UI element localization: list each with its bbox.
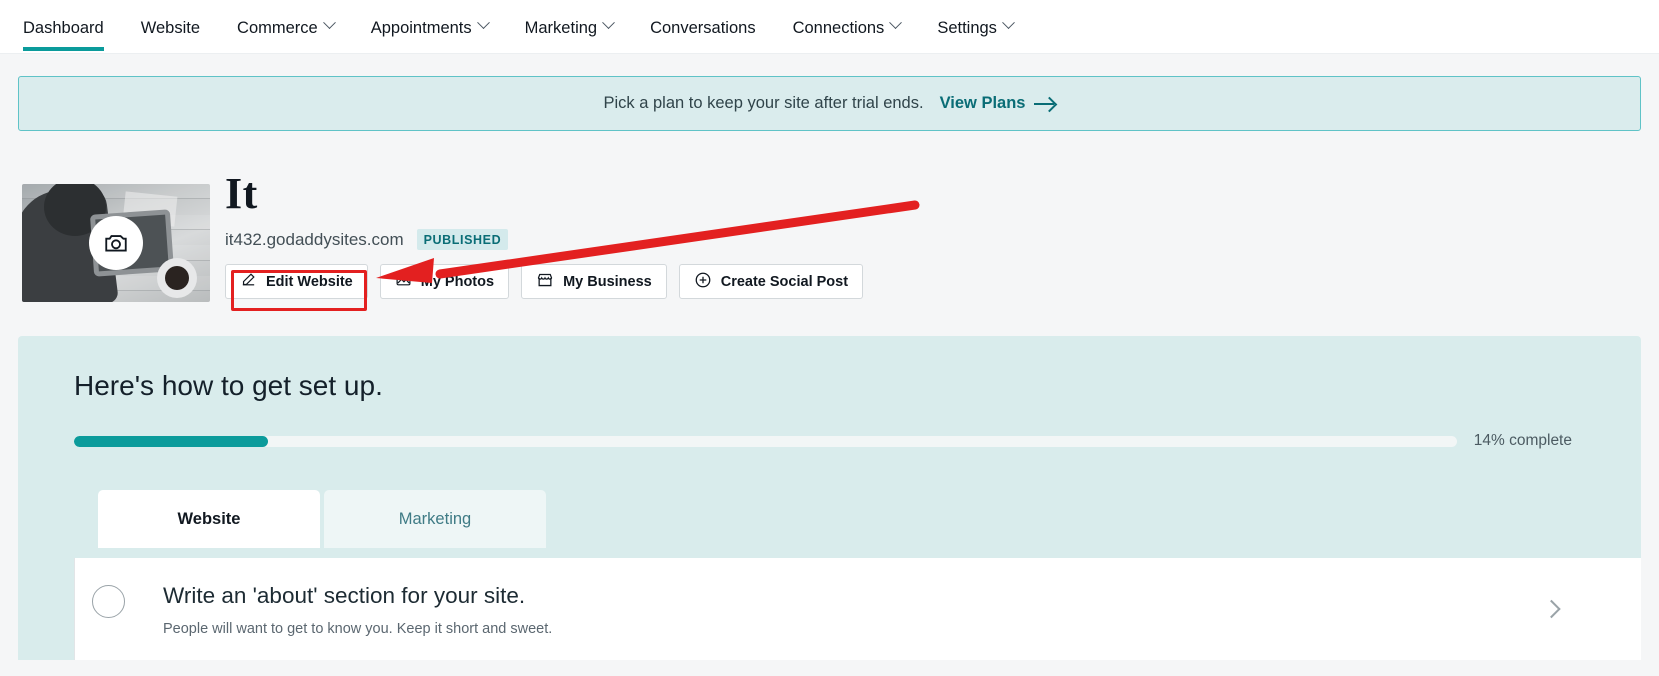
view-plans-label: View Plans bbox=[939, 94, 1026, 112]
nav-item-connections[interactable]: Connections bbox=[792, 0, 903, 54]
nav-item-label: Settings bbox=[937, 18, 997, 37]
site-thumbnail[interactable] bbox=[22, 184, 210, 302]
task-text: Write an 'about' section for your site. … bbox=[163, 582, 552, 637]
my-photos-button[interactable]: My Photos bbox=[379, 264, 510, 299]
my-business-button[interactable]: My Business bbox=[521, 264, 667, 299]
view-plans-link[interactable]: View Plans bbox=[940, 94, 1056, 113]
nav-item-label: Website bbox=[140, 18, 201, 37]
arrow-right-icon bbox=[1033, 98, 1056, 110]
create-social-post-label: Create Social Post bbox=[720, 273, 849, 290]
chevron-down-icon bbox=[602, 15, 615, 29]
edit-website-button[interactable]: Edit Website bbox=[225, 264, 368, 299]
task-title: Write an 'about' section for your site. bbox=[163, 583, 526, 608]
site-action-buttons: Edit Website My Photos My Business Creat… bbox=[225, 264, 864, 299]
setup-heading: Here's how to get set up. bbox=[74, 370, 383, 401]
nav-item-label: Connections bbox=[792, 18, 885, 37]
nav-item-label: Commerce bbox=[237, 18, 318, 37]
pencil-icon bbox=[240, 271, 257, 292]
setup-tabs: Website Marketing bbox=[98, 490, 546, 548]
progress-label: 14% complete bbox=[1473, 432, 1572, 449]
task-subtitle: People will want to get to know you. Kee… bbox=[163, 621, 553, 638]
nav-item-website[interactable]: Website bbox=[141, 0, 200, 54]
storefront-icon bbox=[536, 271, 554, 293]
nav-item-label: Dashboard bbox=[23, 18, 104, 37]
photo-icon bbox=[395, 271, 412, 292]
tab-label: Marketing bbox=[398, 509, 472, 528]
trial-banner-text: Pick a plan to keep your site after tria… bbox=[603, 94, 924, 112]
my-business-label: My Business bbox=[563, 273, 652, 290]
chevron-down-icon bbox=[476, 15, 490, 29]
trial-banner: Pick a plan to keep your site after tria… bbox=[18, 76, 1641, 131]
chevron-down-icon bbox=[889, 15, 903, 29]
edit-website-label: Edit Website bbox=[266, 273, 353, 290]
nav-item-dashboard[interactable]: Dashboard bbox=[23, 0, 104, 54]
nav-list: Dashboard Website Commerce Appointments … bbox=[0, 0, 1659, 54]
nav-item-settings[interactable]: Settings bbox=[937, 0, 1015, 54]
task-complete-toggle[interactable] bbox=[92, 585, 125, 618]
chevron-down-icon bbox=[1002, 15, 1015, 29]
tab-website[interactable]: Website bbox=[98, 490, 320, 548]
nav-item-marketing[interactable]: Marketing bbox=[524, 0, 615, 54]
tab-label: Website bbox=[177, 509, 241, 528]
nav-item-commerce[interactable]: Commerce bbox=[237, 0, 336, 54]
setup-card: Here's how to get set up. 14% complete W… bbox=[18, 336, 1641, 660]
setup-progress: 14% complete bbox=[74, 432, 1572, 450]
task-panel: Write an 'about' section for your site. … bbox=[74, 558, 1641, 660]
nav-item-conversations[interactable]: Conversations bbox=[650, 0, 755, 54]
create-social-post-button[interactable]: Create Social Post bbox=[678, 264, 864, 299]
site-meta: it432.godaddysites.com PUBLISHED bbox=[225, 229, 509, 250]
nav-item-label: Appointments bbox=[370, 18, 472, 37]
tab-marketing[interactable]: Marketing bbox=[324, 490, 546, 548]
chevron-right-icon[interactable] bbox=[1542, 599, 1561, 619]
progress-bar-fill bbox=[74, 435, 268, 447]
plus-circle-icon bbox=[694, 271, 712, 293]
progress-bar-track bbox=[74, 435, 1457, 447]
page-title: It bbox=[225, 169, 258, 218]
nav-item-appointments[interactable]: Appointments bbox=[370, 0, 490, 54]
top-navigation-bar: Dashboard Website Commerce Appointments … bbox=[0, 0, 1659, 54]
nav-item-label: Marketing bbox=[524, 18, 598, 37]
site-url[interactable]: it432.godaddysites.com bbox=[225, 230, 404, 250]
list-item[interactable]: Write an 'about' section for your site. … bbox=[75, 558, 1641, 660]
nav-item-label: Conversations bbox=[650, 18, 756, 37]
status-badge: PUBLISHED bbox=[416, 229, 509, 250]
site-header-block: It it432.godaddysites.com PUBLISHED Edit… bbox=[22, 169, 922, 302]
chevron-down-icon bbox=[322, 15, 336, 29]
my-photos-label: My Photos bbox=[420, 273, 495, 290]
camera-icon[interactable] bbox=[89, 216, 143, 270]
